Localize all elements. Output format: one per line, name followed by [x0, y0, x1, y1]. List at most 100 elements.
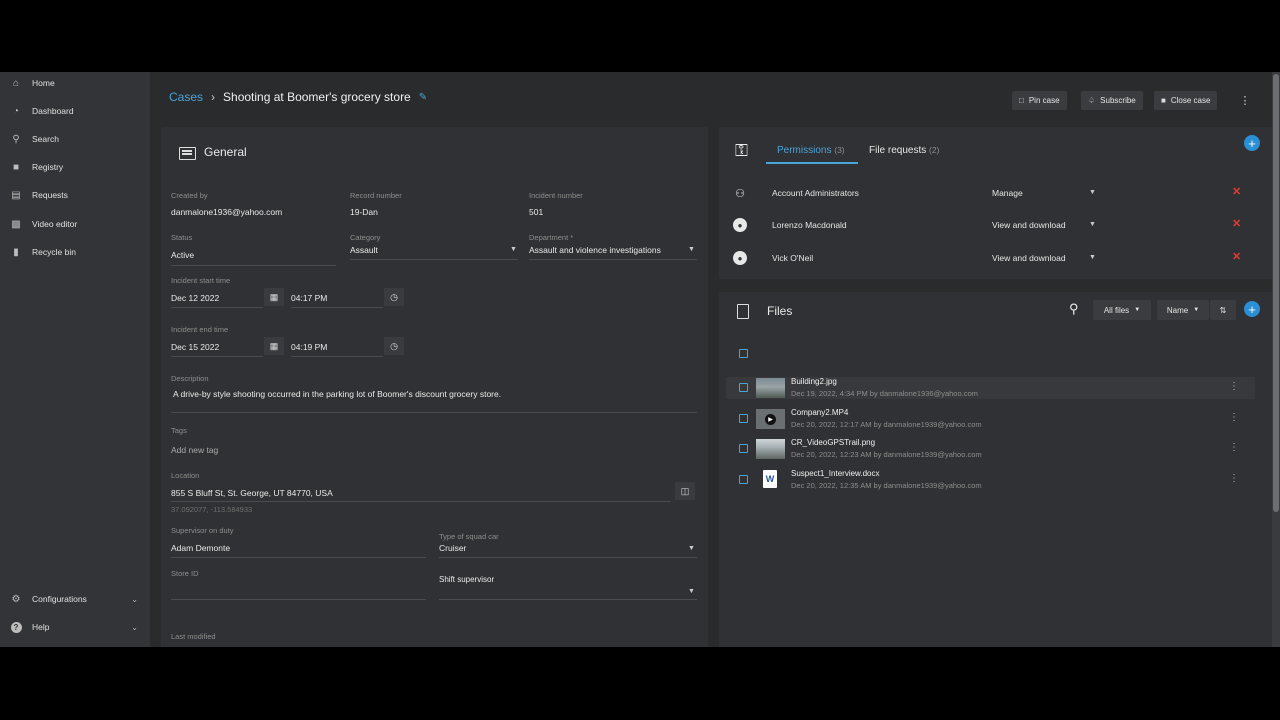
add-permission-button[interactable]: +: [1244, 135, 1260, 151]
sidebar-item-home[interactable]: ⌂ Home: [0, 72, 150, 94]
chevron-down-icon: ⌄: [131, 622, 138, 632]
status-label: Status: [171, 233, 193, 242]
sidebar-item-label: Video editor: [32, 219, 78, 229]
file-menu-icon[interactable]: ⋮: [1229, 381, 1239, 392]
permission-name: Account Administrators: [772, 188, 859, 198]
shift-supervisor-select[interactable]: Shift supervisor: [439, 575, 494, 584]
file-checkbox[interactable]: [739, 475, 748, 484]
remove-permission-icon[interactable]: ✕: [1232, 250, 1241, 263]
sort-direction-button[interactable]: ⇅: [1210, 300, 1236, 320]
chevron-down-icon[interactable]: ▼: [1089, 254, 1096, 261]
scrollbar-thumb[interactable]: [1273, 74, 1279, 512]
sidebar-item-video-editor[interactable]: ▩ Video editor: [0, 213, 150, 235]
department-dropdown-caret-icon[interactable]: ▼: [688, 246, 695, 253]
file-menu-icon[interactable]: ⋮: [1229, 412, 1239, 423]
status-underline: [171, 265, 336, 266]
map-icon[interactable]: ◫: [675, 482, 695, 500]
category-underline: [350, 259, 518, 260]
tags-label: Tags: [171, 426, 187, 435]
shift-dropdown-caret-icon[interactable]: ▼: [688, 588, 695, 595]
edit-pencil-icon[interactable]: ✎: [419, 92, 427, 103]
file-name[interactable]: Building2.jpg: [791, 377, 837, 386]
end-date-underline: [171, 356, 263, 357]
squad-dropdown-caret-icon[interactable]: ▼: [688, 545, 695, 552]
files-title: Files: [767, 304, 793, 318]
folder-icon: ■: [1161, 96, 1166, 105]
end-date-field[interactable]: Dec 15 2022: [171, 342, 219, 352]
file-row[interactable]: CR_VideoGPSTrail.png Dec 20, 2022, 12:23…: [726, 438, 1255, 460]
subscribe-label: Subscribe: [1100, 96, 1136, 105]
calendar-icon[interactable]: ▦: [264, 288, 284, 306]
all-files-filter[interactable]: All files ▼: [1093, 300, 1151, 320]
file-row[interactable]: W Suspect1_Interview.docx Dec 20, 2022, …: [726, 469, 1255, 491]
tags-input[interactable]: Add new tag: [171, 445, 218, 455]
store-id-underline: [171, 599, 426, 600]
sidebar-item-requests[interactable]: ▤ Requests: [0, 184, 150, 206]
start-date-field[interactable]: Dec 12 2022: [171, 293, 219, 303]
caret-down-icon: ▼: [1134, 307, 1141, 313]
sidebar-item-label: Requests: [32, 190, 68, 200]
sidebar-item-configurations[interactable]: ⚙ Configurations ⌄: [0, 588, 150, 610]
category-select[interactable]: Assault: [350, 245, 378, 255]
file-row[interactable]: Building2.jpg Dec 19, 2022, 4:34 PM by d…: [726, 377, 1255, 399]
file-checkbox[interactable]: [739, 414, 748, 423]
department-select[interactable]: Assault and violence investigations: [529, 245, 661, 255]
add-file-button[interactable]: +: [1244, 301, 1260, 317]
file-checkbox[interactable]: [739, 444, 748, 453]
file-name[interactable]: CR_VideoGPSTrail.png: [791, 438, 875, 447]
pin-case-button[interactable]: □ Pin case: [1012, 91, 1067, 110]
category-dropdown-caret-icon[interactable]: ▼: [510, 246, 517, 253]
sidebar-item-recycle-bin[interactable]: ▮ Recycle bin: [0, 241, 150, 263]
word-document-icon: W: [763, 470, 777, 488]
tab-file-requests-label: File requests: [869, 145, 927, 156]
subscribe-button[interactable]: ♤ Subscribe: [1081, 91, 1143, 110]
sidebar-item-label: Configurations: [32, 594, 87, 604]
start-time-field[interactable]: 04:17 PM: [291, 293, 327, 303]
sidebar-item-dashboard[interactable]: ◔ Dashboard: [0, 100, 150, 122]
file-checkbox[interactable]: [739, 383, 748, 392]
sidebar-item-help[interactable]: ? Help ⌄: [0, 616, 150, 638]
file-row[interactable]: ▶ Company2.MP4 Dec 20, 2022, 12:17 AM by…: [726, 408, 1255, 430]
more-options-icon[interactable]: ⋮: [1238, 91, 1252, 110]
supervisor-field[interactable]: Adam Demonte: [171, 543, 230, 553]
permission-role-select[interactable]: Manage: [992, 188, 1023, 198]
sidebar-item-search[interactable]: ⚲ Search: [0, 128, 150, 150]
file-meta: Dec 19, 2022, 4:34 PM by danmalone1936@y…: [791, 389, 978, 398]
location-field[interactable]: 855 S Bluff St, St. George, UT 84770, US…: [171, 488, 333, 498]
sidebar-item-registry[interactable]: ■ Registry: [0, 156, 150, 178]
tab-file-requests[interactable]: File requests (2): [869, 145, 939, 156]
permission-row: ● Vick O'Neil View and download ▼ ✕: [719, 244, 1280, 274]
remove-permission-icon[interactable]: ✕: [1232, 185, 1241, 198]
chevron-down-icon[interactable]: ▼: [1089, 221, 1096, 228]
chevron-down-icon[interactable]: ▼: [1089, 189, 1096, 196]
file-menu-icon[interactable]: ⋮: [1229, 473, 1239, 484]
search-icon[interactable]: ⚲: [1069, 301, 1079, 317]
tab-permissions[interactable]: Permissions (3): [777, 145, 845, 156]
breadcrumb-cases-link[interactable]: Cases: [169, 90, 203, 104]
permission-role-select[interactable]: View and download: [992, 253, 1066, 263]
general-title: General: [204, 145, 247, 159]
permission-role-select[interactable]: View and download: [992, 220, 1066, 230]
clock-icon[interactable]: ◷: [384, 288, 404, 306]
chevron-right-icon: ›: [211, 90, 216, 104]
page-scrollbar[interactable]: [1272, 72, 1280, 647]
file-name[interactable]: Company2.MP4: [791, 408, 848, 417]
select-all-checkbox[interactable]: [739, 349, 748, 358]
sort-by-select[interactable]: Name ▼: [1157, 300, 1209, 320]
close-case-button[interactable]: ■ Close case: [1154, 91, 1218, 110]
file-menu-icon[interactable]: ⋮: [1229, 442, 1239, 453]
remove-permission-icon[interactable]: ✕: [1232, 217, 1241, 230]
last-modified-label: Last modified: [171, 632, 216, 641]
end-time-field[interactable]: 04:19 PM: [291, 342, 327, 352]
department-underline: [529, 259, 697, 260]
squad-car-select[interactable]: Cruiser: [439, 543, 466, 553]
supervisor-label: Supervisor on duty: [171, 526, 234, 535]
calendar-icon[interactable]: ▦: [264, 337, 284, 355]
clock-icon[interactable]: ◷: [384, 337, 404, 355]
description-textarea[interactable]: A drive-by style shooting occurred in th…: [173, 389, 501, 399]
page-title: Shooting at Boomer's grocery store: [223, 90, 411, 104]
incident-number-field[interactable]: 501: [529, 207, 543, 217]
file-name[interactable]: Suspect1_Interview.docx: [791, 469, 880, 478]
record-number-field[interactable]: 19-Dan: [350, 207, 378, 217]
requests-icon: ▤: [11, 189, 21, 201]
